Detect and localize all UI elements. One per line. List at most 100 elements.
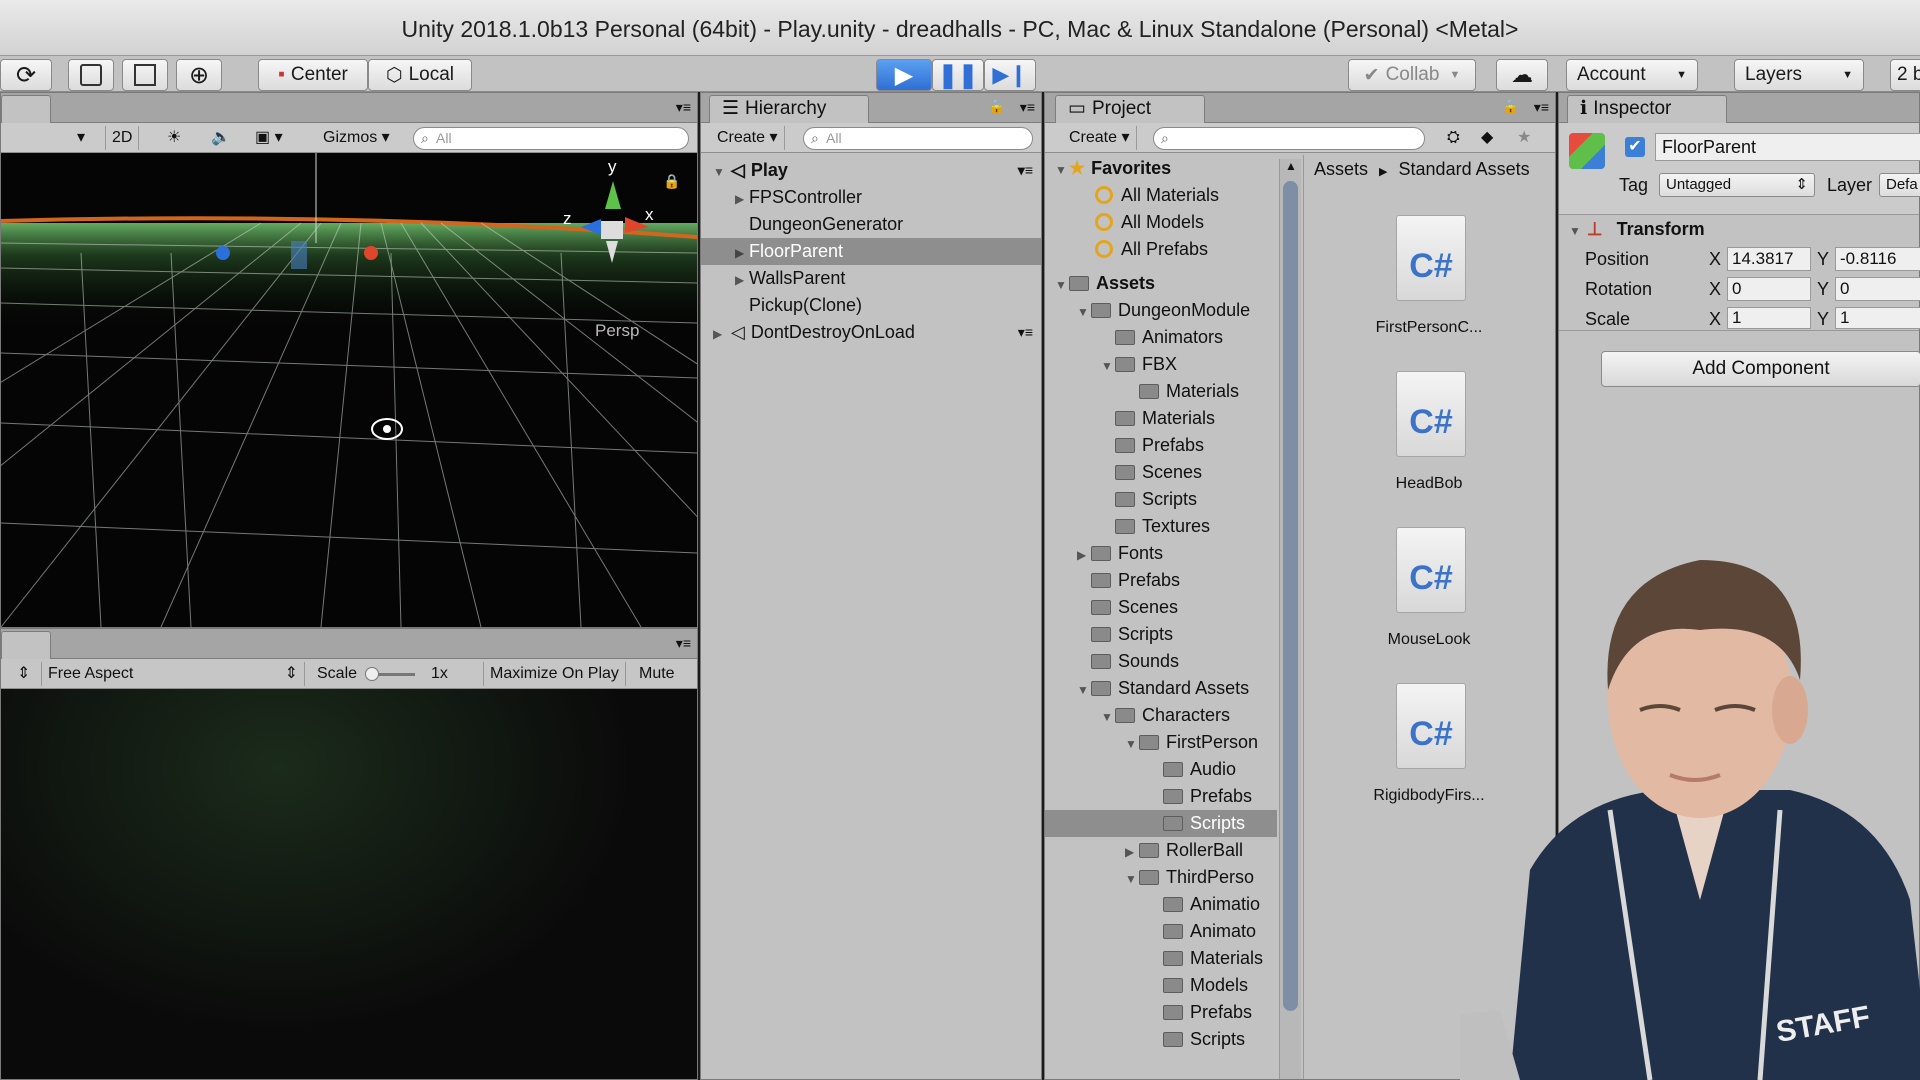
tree-folder[interactable]: Scenes (1045, 594, 1277, 621)
tab-game[interactable] (1, 631, 51, 659)
tree-folder[interactable]: Models (1045, 972, 1277, 999)
scale-slider-thumb[interactable] (365, 667, 379, 681)
breadcrumb-assets[interactable]: Assets (1314, 159, 1368, 179)
favorite-item[interactable]: All Materials (1045, 182, 1277, 209)
hierarchy-item-floorparent[interactable]: ▶ FloorParent (701, 238, 1041, 265)
collapsed-triangle-icon[interactable]: ▶ (1125, 839, 1139, 866)
tree-folder[interactable]: Materials (1045, 378, 1277, 405)
expand-triangle-icon[interactable]: ▼ (1569, 224, 1581, 238)
mode-2d-button[interactable]: 2D (105, 126, 140, 150)
panel-menu-icon[interactable]: ▾≡ (1020, 99, 1035, 116)
favorite-item[interactable]: All Prefabs (1045, 236, 1277, 263)
tree-folder[interactable]: Animators (1045, 324, 1277, 351)
hierarchy-item-pickup[interactable]: Pickup(Clone) (701, 292, 1041, 319)
tree-folder[interactable]: ▼ Characters (1045, 702, 1277, 729)
cloud-button[interactable]: ☁ (1496, 59, 1548, 91)
project-tree-scrollbar[interactable]: ▲ (1279, 159, 1301, 1079)
hierarchy-create-dropdown[interactable]: Create ▾ (711, 126, 785, 150)
collapsed-triangle-icon[interactable]: ▶ (735, 267, 749, 294)
scene-search-input[interactable]: All (413, 127, 689, 150)
tab-project[interactable]: ▭ Project (1055, 95, 1205, 123)
hierarchy-item-dungeongenerator[interactable]: DungeonGenerator (701, 211, 1041, 238)
tree-folder[interactable]: Scripts (1045, 621, 1277, 648)
audio-icon[interactable]: 🔈 (205, 126, 237, 150)
tree-folder[interactable]: Scripts (1045, 486, 1277, 513)
aspect-dropdown[interactable]: Free Aspect ⇕ (41, 662, 305, 686)
project-create-dropdown[interactable]: Create ▾ (1063, 126, 1137, 150)
tree-folder[interactable]: Animato (1045, 918, 1277, 945)
tree-folder[interactable]: Scenes (1045, 459, 1277, 486)
layout-dropdown[interactable]: 2 b (1890, 59, 1920, 91)
lock-icon[interactable]: 🔒 (989, 99, 1005, 115)
shading-dropdown[interactable]: ▾ (71, 126, 91, 150)
hierarchy-item-wallsparent[interactable]: ▶ WallsParent (701, 265, 1041, 292)
panel-menu-icon[interactable]: ▾≡ (1534, 99, 1549, 116)
expand-triangle-icon[interactable]: ▼ (713, 159, 727, 186)
tree-folder[interactable]: Audio (1045, 756, 1277, 783)
collapsed-triangle-icon[interactable]: ▶ (713, 321, 727, 348)
filter-type-icon[interactable]: ⛭ (1441, 126, 1466, 150)
tree-folder[interactable]: ▼ FBX (1045, 351, 1277, 378)
hierarchy-search-input[interactable]: All (803, 127, 1033, 150)
tree-folder[interactable]: ▶ RollerBall (1045, 837, 1277, 864)
tab-hierarchy[interactable]: ☰ Hierarchy (709, 95, 869, 123)
tree-folder-selected[interactable]: Scripts (1045, 810, 1277, 837)
tree-folder[interactable]: ▶ Fonts (1045, 540, 1277, 567)
tree-folder[interactable]: Prefabs (1045, 999, 1277, 1026)
collapsed-triangle-icon[interactable]: ▶ (735, 240, 749, 267)
maximize-on-play-toggle[interactable]: Maximize On Play (483, 662, 626, 686)
rotation-y-field[interactable]: 0 (1835, 277, 1920, 301)
scale-y-field[interactable]: 1 (1835, 307, 1920, 329)
favorite-item[interactable]: All Models (1045, 209, 1277, 236)
collapsed-triangle-icon[interactable]: ▶ (735, 186, 749, 213)
lighting-icon[interactable]: ☀ (161, 126, 187, 150)
tree-folder[interactable]: Prefabs (1045, 783, 1277, 810)
scene-root-play[interactable]: ▼ ◁ Play ▾≡ (701, 157, 1041, 184)
tree-folder[interactable]: Materials (1045, 405, 1277, 432)
tree-folder[interactable]: Prefabs (1045, 567, 1277, 594)
expand-triangle-icon[interactable]: ▼ (1125, 731, 1139, 758)
lock-icon[interactable]: 🔒 (663, 173, 680, 190)
row-menu-icon[interactable]: ▾≡ (1018, 319, 1033, 346)
account-dropdown[interactable]: Account ▼ (1566, 59, 1698, 91)
tab-inspector[interactable]: ℹ Inspector (1567, 95, 1727, 123)
tree-folder[interactable]: ▼ ThirdPerso (1045, 864, 1277, 891)
add-component-button[interactable]: Add Component (1601, 351, 1920, 387)
layers-dropdown[interactable]: Layers ▼ (1734, 59, 1864, 91)
expand-triangle-icon[interactable]: ▼ (1101, 353, 1115, 380)
rotate-tool-button[interactable]: ⟳ (0, 59, 52, 91)
play-button[interactable]: ▶ (876, 59, 932, 91)
mute-audio-toggle[interactable]: Mute Au (633, 662, 697, 705)
breadcrumb-standard-assets[interactable]: Standard Assets (1399, 159, 1530, 179)
layer-dropdown[interactable]: Defa (1879, 173, 1920, 197)
transform-tool-button[interactable]: ⊕ (176, 59, 222, 91)
assets-header[interactable]: ▼ Assets (1045, 270, 1277, 297)
row-menu-icon[interactable]: ▾≡ (1018, 157, 1033, 184)
panel-menu-icon[interactable]: ▾≡ (676, 635, 691, 652)
collapsed-triangle-icon[interactable]: ▶ (1077, 542, 1091, 569)
space-toggle-button[interactable]: ⬡ Local (368, 59, 472, 91)
tree-folder[interactable]: ▼ DungeonModule (1045, 297, 1277, 324)
filter-label-icon[interactable]: ◆ (1475, 126, 1499, 150)
gizmos-dropdown[interactable]: Gizmos ▾ (317, 126, 396, 150)
expand-triangle-icon[interactable]: ▼ (1125, 866, 1139, 893)
position-x-field[interactable]: 14.3817 (1727, 247, 1811, 271)
scene-root-dontdestroyonload[interactable]: ▶ ◁ DontDestroyOnLoad ▾≡ (701, 319, 1041, 346)
favorites-header[interactable]: ▼ ★ Favorites (1045, 155, 1277, 182)
expand-triangle-icon[interactable]: ▼ (1101, 704, 1115, 731)
tree-folder[interactable]: Textures (1045, 513, 1277, 540)
scale-tool-button[interactable] (68, 59, 114, 91)
display-dropdown[interactable]: ⇕ (11, 662, 36, 686)
pivot-toggle-button[interactable]: ▪ Center (258, 59, 368, 91)
tree-folder[interactable]: ▼ FirstPerson (1045, 729, 1277, 756)
scale-x-field[interactable]: 1 (1727, 307, 1811, 329)
project-search-input[interactable] (1153, 127, 1425, 150)
expand-triangle-icon[interactable]: ▼ (1077, 677, 1091, 704)
expand-triangle-icon[interactable]: ▼ (1077, 299, 1091, 326)
scroll-up-icon[interactable]: ▲ (1285, 159, 1297, 173)
tree-folder[interactable]: Sounds (1045, 648, 1277, 675)
tree-folder[interactable]: Animatio (1045, 891, 1277, 918)
tree-folder[interactable]: Materials (1045, 945, 1277, 972)
active-checkbox[interactable]: ✔ (1625, 137, 1645, 157)
collab-button[interactable]: ✔ Collab ▼ (1348, 59, 1476, 91)
